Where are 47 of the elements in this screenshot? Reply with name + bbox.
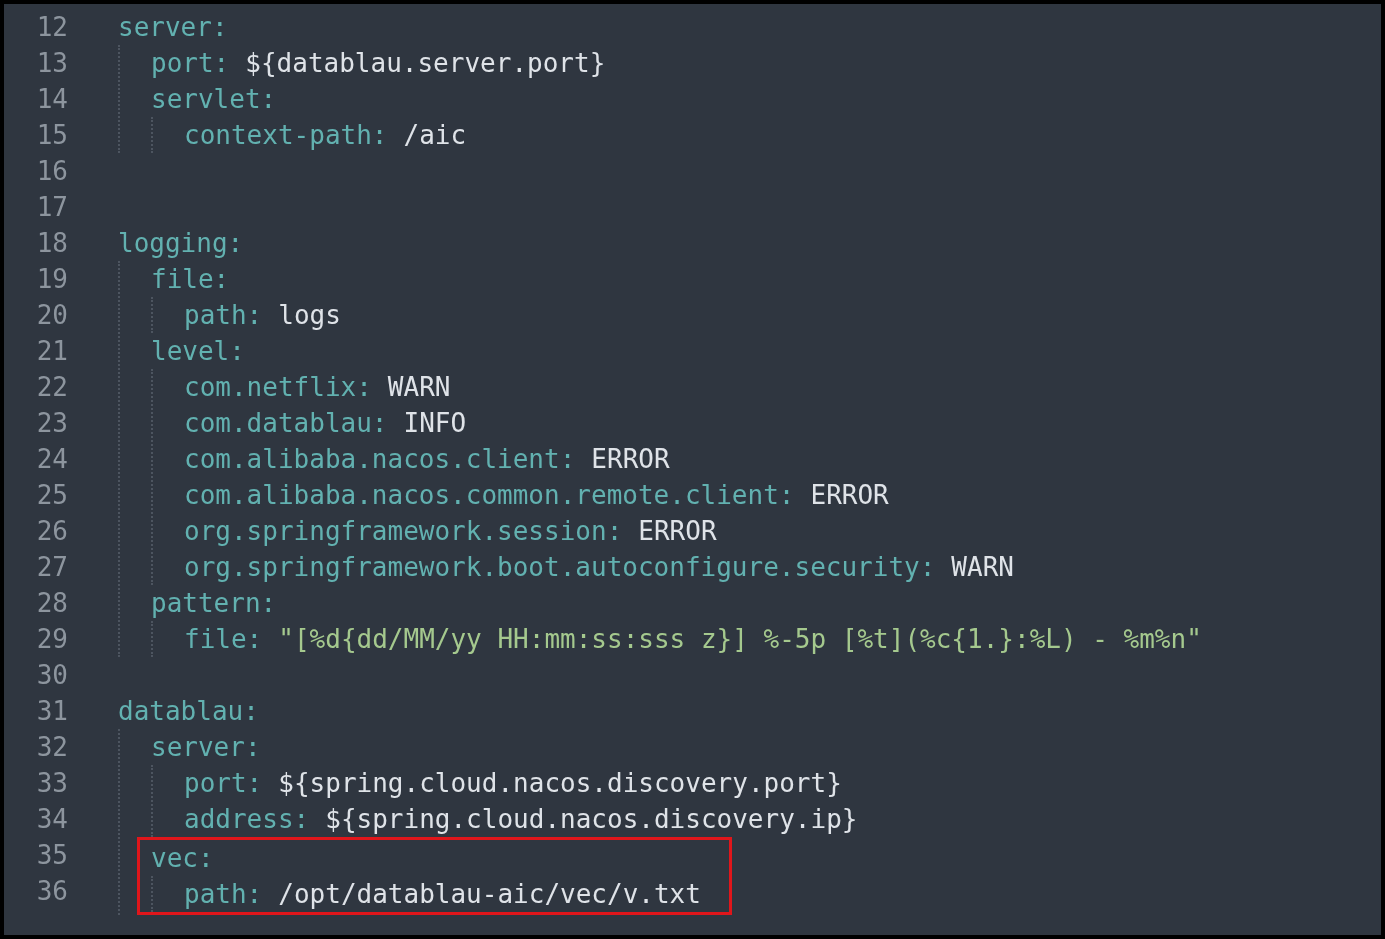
- code-line: level:: [151, 335, 245, 368]
- line-number: 26: [36, 515, 68, 548]
- line-number: 23: [36, 407, 68, 440]
- code-line: vec:: [151, 842, 214, 875]
- line-number: 16: [36, 155, 68, 188]
- code-line: file: "[%d{dd/MM/yy HH:mm:ss:sss z}] %-5p [%t](%c{1.}:%L) - %m%n": [184, 623, 1202, 656]
- line-number: 20: [36, 299, 68, 332]
- line-number: 35: [36, 839, 68, 872]
- line-number: 32: [36, 731, 68, 764]
- line-number: 31: [36, 695, 68, 728]
- code-line: com.datablau: INFO: [184, 407, 467, 440]
- code-line: port: ${datablau.server.port}: [151, 47, 606, 80]
- code-line: server:: [118, 11, 228, 44]
- line-number: 33: [36, 767, 68, 800]
- line-number: 13: [36, 47, 68, 80]
- line-number: 30: [36, 659, 68, 692]
- code-line: pattern:: [151, 587, 277, 620]
- line-number: 34: [36, 803, 68, 836]
- code-line: context-path: /aic: [184, 119, 467, 152]
- code-line: port: ${spring.cloud.nacos.discovery.port}: [184, 767, 842, 800]
- code-line: path: /opt/datablau-aic/vec/v.txt: [184, 878, 701, 911]
- line-number: 22: [36, 371, 68, 404]
- code-line: server:: [151, 731, 261, 764]
- line-number: 17: [36, 191, 68, 224]
- code-line: logging:: [118, 227, 244, 260]
- line-number: 19: [36, 263, 68, 296]
- line-number: 24: [36, 443, 68, 476]
- line-number: 15: [36, 119, 68, 152]
- line-number: 18: [36, 227, 68, 260]
- line-number: 12: [36, 11, 68, 44]
- code-line: datablau:: [118, 695, 259, 728]
- line-number: 28: [36, 587, 68, 620]
- code-line: address: ${spring.cloud.nacos.discovery.ip}: [184, 803, 858, 836]
- line-number: 14: [36, 83, 68, 116]
- code-line: com.netflix: WARN: [184, 371, 451, 404]
- line-number: 27: [36, 551, 68, 584]
- code-line: com.alibaba.nacos.client: ERROR: [184, 443, 670, 476]
- line-number: 36: [36, 875, 68, 908]
- code-line: com.alibaba.nacos.common.remote.client: ERROR: [184, 479, 889, 512]
- code-line: org.springframework.boot.autoconfigure.security: WARN: [184, 551, 1014, 584]
- line-number: 29: [36, 623, 68, 656]
- code-line: servlet:: [151, 83, 277, 116]
- line-number: 25: [36, 479, 68, 512]
- code-line: org.springframework.session: ERROR: [184, 515, 717, 548]
- line-number: 21: [36, 335, 68, 368]
- code-line: path: logs: [184, 299, 341, 332]
- code-line: file:: [151, 263, 230, 296]
